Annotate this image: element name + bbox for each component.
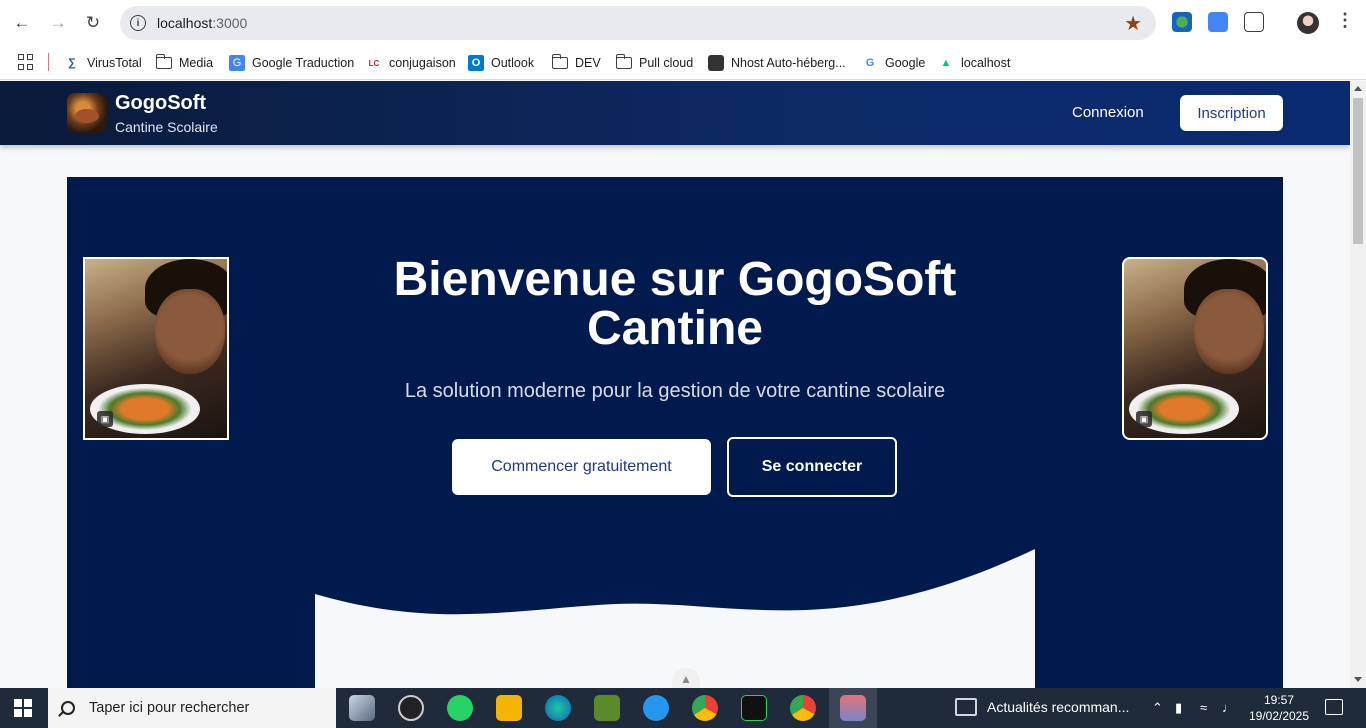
google-translate-icon: G xyxy=(229,55,245,71)
extension-globe-icon[interactable] xyxy=(1172,12,1192,32)
sign-in-button[interactable]: Se connecter xyxy=(727,437,897,497)
taskbar-search[interactable]: Taper ici pour rechercher xyxy=(48,688,336,728)
nuxt-devtools-icon[interactable]: ▲ xyxy=(672,668,700,688)
forward-icon[interactable]: → xyxy=(45,10,71,36)
extensions-puzzle-icon[interactable] xyxy=(1244,12,1264,32)
site-info-icon[interactable]: i xyxy=(130,15,146,31)
hero-photo-right: ▣ xyxy=(1122,257,1268,440)
profile-avatar[interactable] xyxy=(1297,12,1319,34)
folder-icon xyxy=(615,54,632,71)
page-viewport: GogoSoft Cantine Scolaire Connexion Insc… xyxy=(0,81,1350,688)
wifi-icon[interactable]: ≈ xyxy=(1200,700,1207,715)
app-logo[interactable] xyxy=(67,93,107,133)
clock-time: 19:57 xyxy=(1263,693,1295,707)
bookmarks-separator xyxy=(48,53,49,71)
taskbar-search-placeholder: Taper ici pour rechercher xyxy=(89,700,250,716)
photo-face xyxy=(1194,289,1264,374)
windows-start-icon[interactable] xyxy=(14,699,32,717)
battery-icon[interactable]: ▮ xyxy=(1175,700,1182,716)
reload-icon[interactable]: ↻ xyxy=(80,10,106,36)
terminal-icon[interactable] xyxy=(741,695,767,721)
taskbar-clock[interactable]: 19:57 19/02/2025 xyxy=(1248,692,1310,724)
translate-extension-icon[interactable] xyxy=(1208,12,1228,32)
bookmark-dev[interactable]: DEV xyxy=(551,53,601,73)
edge-icon[interactable] xyxy=(545,695,571,721)
notepad-icon[interactable] xyxy=(594,695,620,721)
file-explorer-icon[interactable] xyxy=(496,695,522,721)
docker-icon[interactable] xyxy=(643,695,669,721)
nhost-icon xyxy=(708,55,724,71)
signup-button[interactable]: Inscription xyxy=(1180,95,1283,131)
app-icon-1[interactable] xyxy=(349,695,375,721)
tray-chevron-icon[interactable]: ⌃ xyxy=(1152,700,1163,716)
active-app-icon[interactable] xyxy=(840,695,866,721)
volume-icon[interactable]: ♩ xyxy=(1222,700,1235,715)
news-label: Actualités recomman... xyxy=(987,699,1130,715)
chrome-icon[interactable] xyxy=(790,695,816,721)
conjugaison-icon: LC xyxy=(368,58,380,68)
start-free-button[interactable]: Commencer gratuitement xyxy=(452,439,711,495)
search-icon xyxy=(61,701,75,715)
back-icon[interactable]: ← xyxy=(9,10,35,36)
hero-photo-left: ▣ xyxy=(83,257,229,440)
hero-wave xyxy=(315,549,1035,688)
folder-icon xyxy=(155,54,172,71)
bookmarks-bar: ∑ VirusTotal Media G Google Traduction LC c… xyxy=(0,46,1366,80)
hero-section: ▣ ▣ Bienvenue sur GogoSoft Cantine La so… xyxy=(67,177,1283,688)
bookmark-localhost[interactable]: ▲ localhost xyxy=(938,53,1011,73)
notifications-icon[interactable] xyxy=(1325,699,1343,715)
google-icon: G xyxy=(865,57,875,69)
apps-grid-icon[interactable] xyxy=(18,54,34,70)
bookmark-virustotal[interactable]: ∑ VirusTotal xyxy=(64,53,142,73)
login-link[interactable]: Connexion xyxy=(1072,104,1144,121)
whatsapp-icon[interactable] xyxy=(447,695,473,721)
nuxt-icon: ▲ xyxy=(940,57,952,69)
bookmark-pull-cloud[interactable]: Pull cloud xyxy=(615,53,693,73)
folder-icon xyxy=(551,54,568,71)
page-scrollbar[interactable] xyxy=(1350,81,1366,688)
chatgpt-icon[interactable] xyxy=(398,695,424,721)
news-widget[interactable]: Actualités recomman... xyxy=(955,698,1129,716)
scroll-thumb[interactable] xyxy=(1353,98,1363,244)
clock-date: 19/02/2025 xyxy=(1248,709,1310,723)
address-bar[interactable]: i localhost:3000 ★ xyxy=(120,6,1156,40)
chrome-icon[interactable] xyxy=(692,695,718,721)
brand-subtitle: Cantine Scolaire xyxy=(115,119,218,135)
bookmark-nhost[interactable]: Nhost Auto-héberg... xyxy=(708,53,846,73)
browser-toolbar: ← → ↻ i localhost:3000 ★ ⋮ xyxy=(0,0,1366,46)
hero-title: Bienvenue sur GogoSoft Cantine xyxy=(393,253,957,355)
bookmark-conjugaison[interactable]: LC conjugaison xyxy=(366,53,456,73)
outlook-icon: O xyxy=(468,55,484,71)
windows-taskbar: Taper ici pour rechercher Actualités rec… xyxy=(0,688,1366,728)
app-header: GogoSoft Cantine Scolaire Connexion Insc… xyxy=(0,81,1350,145)
bookmark-outlook[interactable]: O Outlook xyxy=(468,53,534,73)
image-icon: ▣ xyxy=(97,411,113,427)
hero-subtitle: La solution moderne pour la gestion de v… xyxy=(404,380,946,402)
bookmark-google-traduction[interactable]: G Google Traduction xyxy=(229,53,354,73)
bookmark-google[interactable]: G Google xyxy=(862,53,926,73)
news-icon xyxy=(955,698,977,716)
bookmark-media[interactable]: Media xyxy=(155,53,213,73)
virustotal-icon: ∑ xyxy=(68,57,76,69)
browser-menu-icon[interactable]: ⋮ xyxy=(1336,10,1354,31)
brand-title[interactable]: GogoSoft xyxy=(115,92,206,115)
photo-face xyxy=(155,289,225,374)
url-text[interactable]: localhost:3000 xyxy=(157,15,247,31)
bookmark-star-icon[interactable]: ★ xyxy=(1124,11,1142,36)
scroll-up-icon[interactable] xyxy=(1354,86,1362,91)
scroll-down-icon[interactable] xyxy=(1354,677,1362,682)
image-icon: ▣ xyxy=(1136,411,1152,427)
